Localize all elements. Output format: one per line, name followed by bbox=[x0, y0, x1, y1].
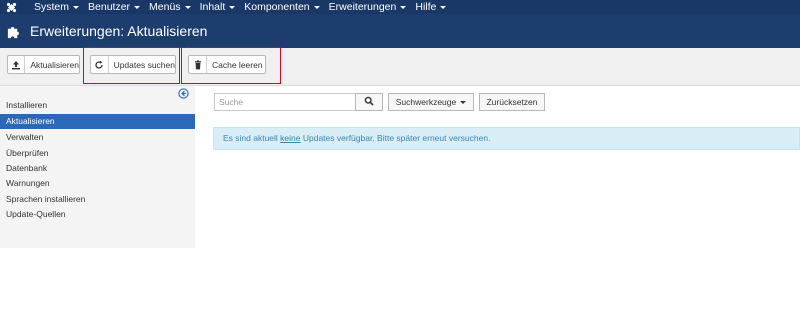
sidebar-item-manage[interactable]: Verwalten bbox=[0, 130, 195, 145]
search-tools-button[interactable]: Suchwerkzeuge bbox=[388, 93, 474, 111]
menu-system[interactable]: System bbox=[34, 0, 80, 14]
info-message: Es sind aktuell keine Updates verfügbar.… bbox=[213, 127, 800, 150]
sidebar-item-update-sites[interactable]: Update-Quellen bbox=[0, 207, 195, 222]
menu-help[interactable]: Hilfe bbox=[415, 0, 447, 14]
top-navigation-bar: System Benutzer Menüs Inhalt Komponenten… bbox=[0, 0, 800, 14]
page-title: Erweiterungen: Aktualisieren bbox=[30, 23, 208, 39]
menu-extensions-label: Erweiterungen bbox=[328, 1, 397, 13]
search-icon bbox=[364, 93, 374, 111]
menu-users-label: Benutzer bbox=[88, 1, 131, 13]
menu-components-label: Komponenten bbox=[244, 1, 310, 13]
message-text-after: Updates verfügbar. Bitte später erneut v… bbox=[300, 133, 491, 143]
reset-button[interactable]: Zurücksetzen bbox=[479, 93, 545, 111]
menu-extensions[interactable]: Erweiterungen bbox=[329, 0, 407, 14]
message-text-before: Es sind aktuell bbox=[223, 133, 281, 143]
menu-menus-label: Menüs bbox=[149, 1, 181, 13]
menu-users[interactable]: Benutzer bbox=[88, 0, 141, 14]
update-button-label: Aktualisieren bbox=[30, 59, 79, 70]
sidebar-item-warnings[interactable]: Warnungen bbox=[0, 176, 195, 191]
sidebar-item-update[interactable]: Aktualisieren bbox=[0, 114, 195, 129]
upload-icon bbox=[8, 56, 26, 73]
arrow-left-circle-icon[interactable] bbox=[178, 86, 189, 99]
menu-content[interactable]: Inhalt bbox=[200, 0, 236, 14]
joomla-logo-icon[interactable] bbox=[6, 2, 17, 13]
search-button[interactable] bbox=[355, 93, 383, 111]
menu-help-label: Hilfe bbox=[415, 1, 437, 13]
update-button[interactable]: Aktualisieren bbox=[7, 55, 80, 74]
caret-down-icon bbox=[73, 5, 80, 9]
search-input[interactable]: Suche bbox=[214, 93, 356, 111]
menu-components[interactable]: Komponenten bbox=[244, 0, 320, 14]
caret-down-icon bbox=[440, 5, 447, 9]
sidebar-item-database[interactable]: Datenbank bbox=[0, 161, 195, 176]
menu-system-label: System bbox=[34, 1, 70, 13]
caret-down-icon bbox=[400, 5, 407, 9]
highlight-box-updates bbox=[83, 47, 180, 84]
sidebar-item-install-languages[interactable]: Sprachen installieren bbox=[0, 192, 195, 207]
page-header: Erweiterungen: Aktualisieren bbox=[0, 14, 800, 48]
caret-down-icon bbox=[229, 5, 236, 9]
caret-down-icon bbox=[313, 5, 320, 9]
menu-content-label: Inhalt bbox=[199, 1, 226, 13]
sidebar-item-install[interactable]: Installieren bbox=[0, 98, 195, 113]
caret-down-icon bbox=[184, 5, 191, 9]
sidebar-item-discover[interactable]: Überprüfen bbox=[0, 146, 195, 161]
menu-menus[interactable]: Menüs bbox=[149, 0, 191, 14]
highlight-box-cache bbox=[181, 47, 281, 84]
puzzle-icon bbox=[6, 24, 21, 39]
search-tools-label: Suchwerkzeuge bbox=[395, 97, 457, 107]
message-link[interactable]: keine bbox=[280, 133, 300, 143]
caret-down-icon bbox=[460, 100, 467, 104]
caret-down-icon bbox=[134, 5, 141, 9]
